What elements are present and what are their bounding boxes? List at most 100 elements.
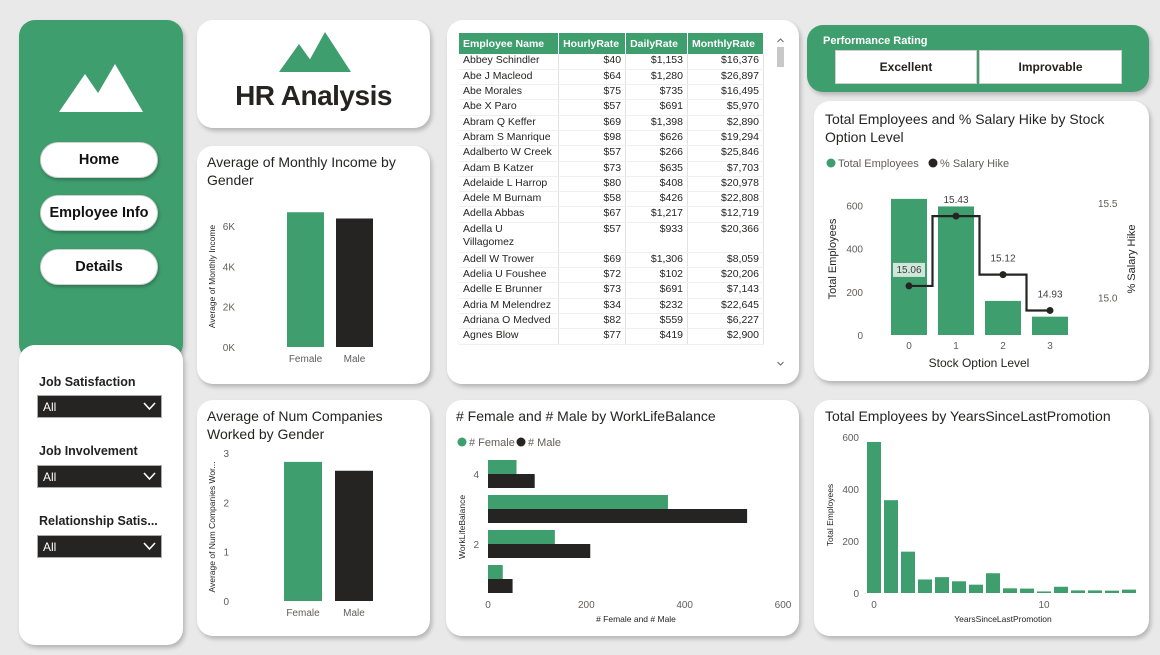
bar-stock-level-2 <box>985 300 1021 335</box>
salary-hike-point <box>999 271 1007 279</box>
bar-female-wlb-4 <box>488 460 517 474</box>
table-row[interactable]: Abe J Macleod $64 $1,280 $26,897 <box>459 69 764 86</box>
table-row[interactable]: Adam B Katzer $73 $635 $7,703 <box>459 161 764 177</box>
table-row[interactable]: Abram Q Keffer $69 $1,398 $2,890 <box>459 115 764 131</box>
y-tick-label: 3 <box>223 449 229 460</box>
table-row[interactable]: Adell W Trower $69 $1,306 $8,059 <box>459 252 764 269</box>
cell-employee-name: Adell W Trower <box>459 252 560 269</box>
bar-male <box>336 218 373 347</box>
y-tick-label: 0 <box>223 597 229 608</box>
performance-excellent-button[interactable]: Excellent <box>835 50 977 84</box>
bar-years-8 <box>1003 588 1017 593</box>
legend-total-employees-marker <box>826 158 836 168</box>
cell-monthly-rate: $7,143 <box>687 282 764 299</box>
table-row[interactable]: Abe Morales $75 $735 $16,495 <box>459 84 764 101</box>
column-header-hourly-rate[interactable]: HourlyRate <box>558 33 627 54</box>
table-row[interactable]: Adelle E Brunner $73 $691 $7,143 <box>459 282 764 299</box>
table-row[interactable]: Adelaide L Harrop $80 $408 $20,978 <box>459 176 764 193</box>
chevron-down-icon <box>143 402 156 411</box>
bar-years-15 <box>1122 589 1136 593</box>
table-row[interactable]: Agnes Blow $77 $419 $2,900 <box>459 328 764 345</box>
cell-employee-name: Abram S Manrique <box>459 130 560 147</box>
bar-years-10 <box>1037 591 1051 593</box>
cell-employee-name: Adelaide L Harrop <box>459 176 560 193</box>
y-axis-label: Average of Num Companies Wor... <box>207 461 217 592</box>
cell-employee-name: Adriana O Medved <box>459 313 560 330</box>
bar-years-3 <box>918 579 932 593</box>
cell-hourly-rate: $67 <box>558 206 627 223</box>
cell-monthly-rate: $8,059 <box>687 252 764 269</box>
cell-daily-rate: $1,306 <box>625 252 688 269</box>
bar-years-11 <box>1054 586 1068 593</box>
nav-details-button[interactable]: Details <box>40 249 158 285</box>
bar-female-wlb-3 <box>488 495 668 509</box>
chevron-down-icon <box>143 472 156 481</box>
x-tick-label: 400 <box>676 600 693 611</box>
cell-hourly-rate: $98 <box>558 130 627 147</box>
bar-stock-level-3 <box>1032 316 1068 335</box>
y-tick-label: 4 <box>473 470 479 481</box>
bar-female <box>287 212 324 347</box>
cell-daily-rate: $266 <box>625 145 688 162</box>
y-axis-label: Average of Monthly Income <box>207 225 217 329</box>
table-row[interactable]: Adella Abbas $67 $1,217 $12,719 <box>459 206 764 223</box>
cell-hourly-rate: $69 <box>558 115 627 131</box>
table-row[interactable]: Abbey Schindler $40 $1,153 $16,376 <box>459 54 764 70</box>
column-header-employee-name[interactable]: Employee Name <box>459 33 560 54</box>
nav-home-button[interactable]: Home <box>40 142 158 178</box>
cell-hourly-rate: $82 <box>558 313 627 330</box>
cell-employee-name: Abe Morales <box>459 84 560 101</box>
performance-improvable-button[interactable]: Improvable <box>979 50 1122 84</box>
bar-years-14 <box>1105 590 1119 593</box>
x-axis-label: # Female and # Male <box>596 614 676 624</box>
table-row[interactable]: Adriana O Medved $82 $559 $6,227 <box>459 313 764 330</box>
column-header-daily-rate[interactable]: DailyRate <box>625 33 688 54</box>
companies-chart: 0 1 2 3 Average of Num Companies Wor... Femal… <box>207 449 373 619</box>
cell-monthly-rate: $20,978 <box>687 176 764 193</box>
y-tick-label: 6K <box>223 222 236 233</box>
cell-daily-rate: $626 <box>625 130 688 147</box>
filter-job-satisfaction-dropdown[interactable]: All <box>37 395 162 418</box>
cell-monthly-rate: $22,645 <box>687 298 764 314</box>
table-row[interactable]: Adelia U Foushee $72 $102 $20,206 <box>459 267 764 284</box>
y-tick-label: 2K <box>223 303 236 314</box>
cell-hourly-rate: $72 <box>558 267 627 284</box>
table-row[interactable]: Abe X Paro $57 $691 $5,970 <box>459 99 764 116</box>
cell-monthly-rate: $2,890 <box>687 115 764 131</box>
performance-rating-panel: Performance Rating Excellent Improvable <box>807 25 1149 92</box>
salary-hike-line <box>909 214 1050 312</box>
filter-relationship-satisfaction-label: Relationship Satis... <box>39 514 158 528</box>
table-row[interactable]: Adele M Burnam $58 $426 $22,808 <box>459 191 764 208</box>
mountain-logo-icon <box>279 32 351 72</box>
cell-monthly-rate: $20,366 <box>687 222 764 253</box>
filter-relationship-satisfaction-value: All <box>43 540 57 554</box>
cell-employee-name: Adria M Melendrez <box>459 298 560 314</box>
table-row[interactable]: Adria M Melendrez $34 $232 $22,645 <box>459 298 764 314</box>
x-tick-label: 2 <box>1000 341 1006 352</box>
x-tick-label: Female <box>289 354 323 365</box>
cell-employee-name: Adella Abbas <box>459 206 560 223</box>
table-row[interactable]: Adalberto W Creek $57 $266 $25,846 <box>459 145 764 162</box>
cell-employee-name: Abe J Macleod <box>459 69 560 86</box>
y2-tick-label: 15.5 <box>1098 199 1118 210</box>
bar-years-1 <box>884 500 898 593</box>
y-tick-label: 400 <box>846 245 863 256</box>
x-tick-label: Male <box>344 354 366 365</box>
x-tick-label: 3 <box>1047 341 1053 352</box>
cell-monthly-rate: $5,970 <box>687 99 764 116</box>
nav-employee-info-button[interactable]: Employee Info <box>40 195 158 231</box>
cell-daily-rate: $419 <box>625 328 688 345</box>
promotion-chart: 0 200 400 600 Total Employees 0 10 YearsSinceLa… <box>825 433 1136 624</box>
companies-chart-card: Average of Num Companies Worked by Gende… <box>197 400 430 636</box>
table-row[interactable]: Abram S Manrique $98 $626 $19,294 <box>459 130 764 147</box>
filter-job-involvement-dropdown[interactable]: All <box>37 465 162 488</box>
column-header-monthly-rate[interactable]: MonthlyRate <box>687 33 764 54</box>
data-label: 15.43 <box>943 195 968 206</box>
cell-daily-rate: $559 <box>625 313 688 330</box>
cell-monthly-rate: $2,900 <box>687 328 764 345</box>
table-row[interactable]: Adella U Villagomez $57 $933 $20,366 <box>459 222 764 253</box>
cell-monthly-rate: $16,495 <box>687 84 764 101</box>
filter-relationship-satisfaction-dropdown[interactable]: All <box>37 535 162 558</box>
data-label: 14.93 <box>1037 289 1062 300</box>
table-scrollbar[interactable] <box>776 36 785 368</box>
